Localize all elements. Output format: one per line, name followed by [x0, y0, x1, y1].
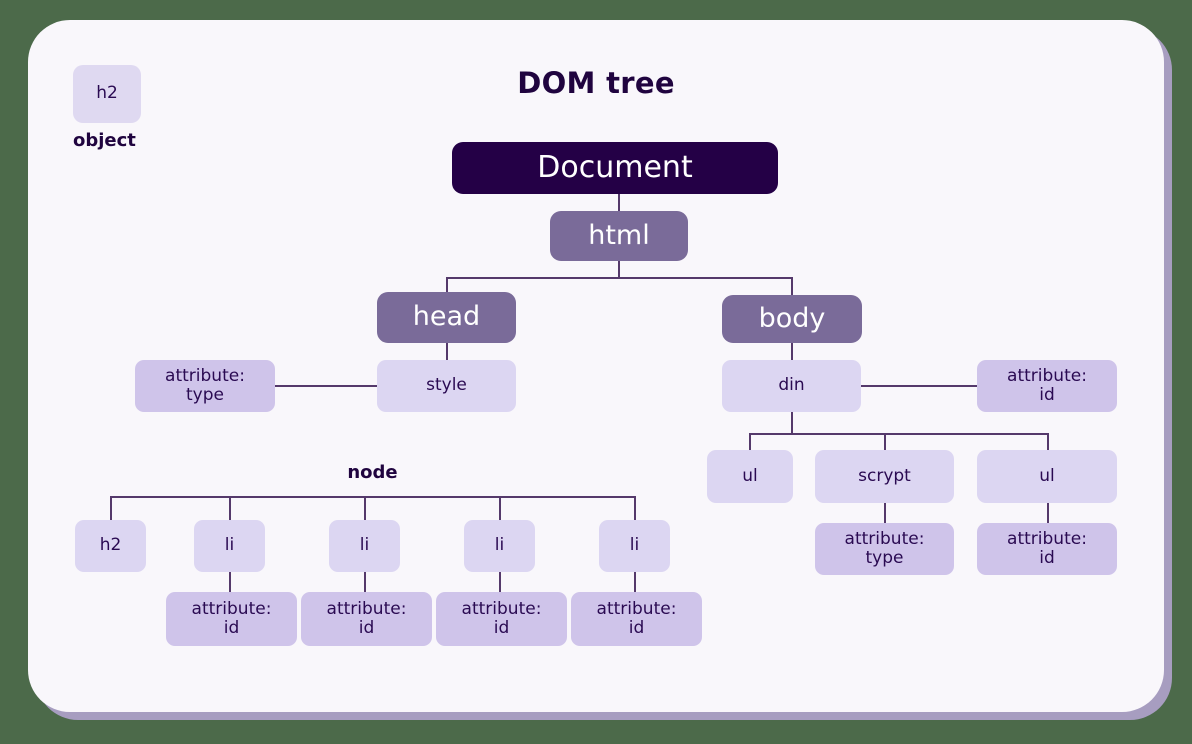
node-scrypt-attribute-label: attribute: type — [844, 528, 925, 568]
connector-bus-ul-right — [1047, 433, 1049, 451]
connector-ul-right-attribute — [1047, 503, 1049, 523]
node-child-li-1: li — [194, 520, 265, 572]
diagram-stage: h2 object DOM tree Document html head st… — [0, 0, 1192, 744]
node-child-h2: h2 — [75, 520, 146, 572]
node-scrypt-attribute: attribute: type — [815, 523, 954, 575]
node-html: html — [550, 211, 688, 261]
connector-bus-node-1 — [229, 496, 231, 520]
connector-bus-node-4 — [634, 496, 636, 520]
node-ul-left-label: ul — [742, 465, 758, 486]
node-li-3-attribute: attribute: id — [436, 592, 567, 646]
connector-document-html — [618, 194, 620, 212]
node-child-li-3-label: li — [494, 535, 505, 556]
node-ul-right-label: ul — [1039, 465, 1055, 486]
connector-html-bus — [446, 277, 793, 279]
node-scrypt-label: scrypt — [858, 465, 911, 486]
node-head-label: head — [412, 301, 481, 333]
node-ul-left: ul — [707, 450, 793, 503]
legend-sample-label: h2 — [96, 83, 118, 104]
node-din: din — [722, 360, 861, 412]
connector-style-attribute — [274, 385, 378, 387]
node-child-li-2: li — [329, 520, 400, 572]
connector-din-attribute — [860, 385, 978, 387]
node-din-attribute-label: attribute: id — [1007, 365, 1087, 405]
connector-li-2-attribute — [364, 572, 366, 593]
node-child-li-4: li — [599, 520, 670, 572]
node-scrypt: scrypt — [815, 450, 954, 503]
legend-caption-object: object — [73, 130, 136, 151]
node-head: head — [377, 292, 516, 343]
connector-bus-node-0 — [110, 496, 112, 520]
node-body: body — [722, 295, 862, 343]
node-ul-right-attribute-label: attribute: id — [1007, 528, 1087, 568]
connector-bus-node-3 — [499, 496, 501, 520]
node-din-attribute: attribute: id — [977, 360, 1117, 412]
node-child-li-1-label: li — [224, 535, 235, 556]
node-style-label: style — [426, 375, 467, 396]
connector-bus-ul-left — [749, 433, 751, 451]
node-document: Document — [452, 142, 778, 194]
connector-li-3-attribute — [499, 572, 501, 593]
connector-bus-body — [791, 277, 793, 295]
connector-li-1-attribute — [229, 572, 231, 593]
node-li-2-attribute: attribute: id — [301, 592, 432, 646]
connector-node-bus — [110, 496, 635, 498]
node-style-attribute: attribute: type — [135, 360, 275, 412]
node-din-label: din — [778, 375, 805, 396]
node-child-li-3: li — [464, 520, 535, 572]
connector-scrypt-attribute — [884, 503, 886, 523]
node-body-label: body — [758, 302, 826, 334]
section-caption-node: node — [347, 462, 398, 483]
node-child-li-2-label: li — [359, 535, 370, 556]
connector-bus-node-2 — [364, 496, 366, 520]
connector-din-stem — [791, 412, 793, 434]
connector-head-style — [446, 343, 448, 361]
node-li-3-attribute-label: attribute: id — [461, 598, 542, 638]
node-li-4-attribute: attribute: id — [571, 592, 702, 646]
connector-html-stem — [618, 261, 620, 278]
diagram-title: DOM tree — [517, 66, 675, 100]
connector-bus-head — [446, 277, 448, 293]
node-child-h2-label: h2 — [99, 535, 122, 556]
node-li-1-attribute-label: attribute: id — [191, 598, 272, 638]
node-li-4-attribute-label: attribute: id — [596, 598, 677, 638]
node-li-1-attribute: attribute: id — [166, 592, 297, 646]
connector-body-din — [791, 343, 793, 361]
node-document-label: Document — [537, 150, 693, 186]
node-ul-right-attribute: attribute: id — [977, 523, 1117, 575]
connector-bus-scrypt — [884, 433, 886, 451]
connector-li-4-attribute — [634, 572, 636, 593]
node-style: style — [377, 360, 516, 412]
node-li-2-attribute-label: attribute: id — [326, 598, 407, 638]
node-style-attribute-label: attribute: type — [165, 365, 245, 405]
node-child-li-4-label: li — [629, 535, 640, 556]
connector-din-bus — [749, 433, 1049, 435]
node-html-label: html — [588, 219, 650, 251]
node-ul-right: ul — [977, 450, 1117, 503]
legend-sample-box: h2 — [73, 65, 141, 123]
